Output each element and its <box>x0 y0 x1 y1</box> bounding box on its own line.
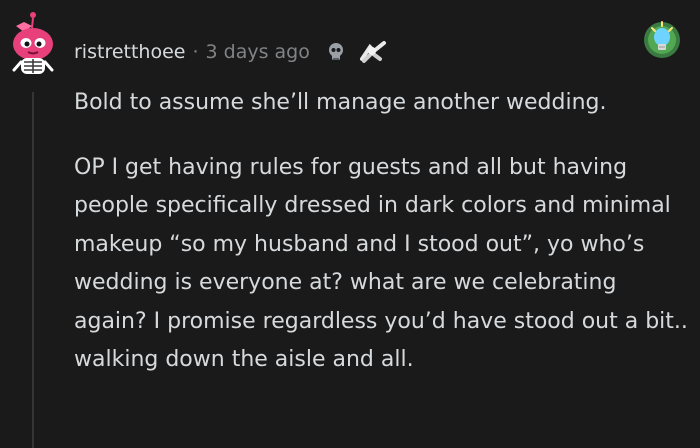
avatar[interactable] <box>6 10 58 78</box>
timestamp-link[interactable]: 3 days ago <box>206 41 310 63</box>
silver-skull-award-icon[interactable] <box>326 41 346 63</box>
thread-collapse-line[interactable] <box>32 92 34 448</box>
comment: ristretthoee · 3 days ago Bold to assume… <box>0 0 700 448</box>
meta-separator: · <box>192 41 199 63</box>
wholesome-seal-award-icon[interactable] <box>358 39 388 65</box>
username-link[interactable]: ristretthoee <box>74 41 185 63</box>
comment-paragraph-1: Bold to assume she’ll manage another wed… <box>74 90 607 115</box>
snoo-avatar-icon <box>12 12 54 74</box>
comment-paragraph-2: OP I get having rules for guests and all… <box>74 154 688 373</box>
comment-body: Bold to assume she’ll manage another wed… <box>74 84 694 380</box>
comment-header: ristretthoee · 3 days ago <box>74 36 388 68</box>
lightbulb-award-icon[interactable] <box>642 18 682 62</box>
